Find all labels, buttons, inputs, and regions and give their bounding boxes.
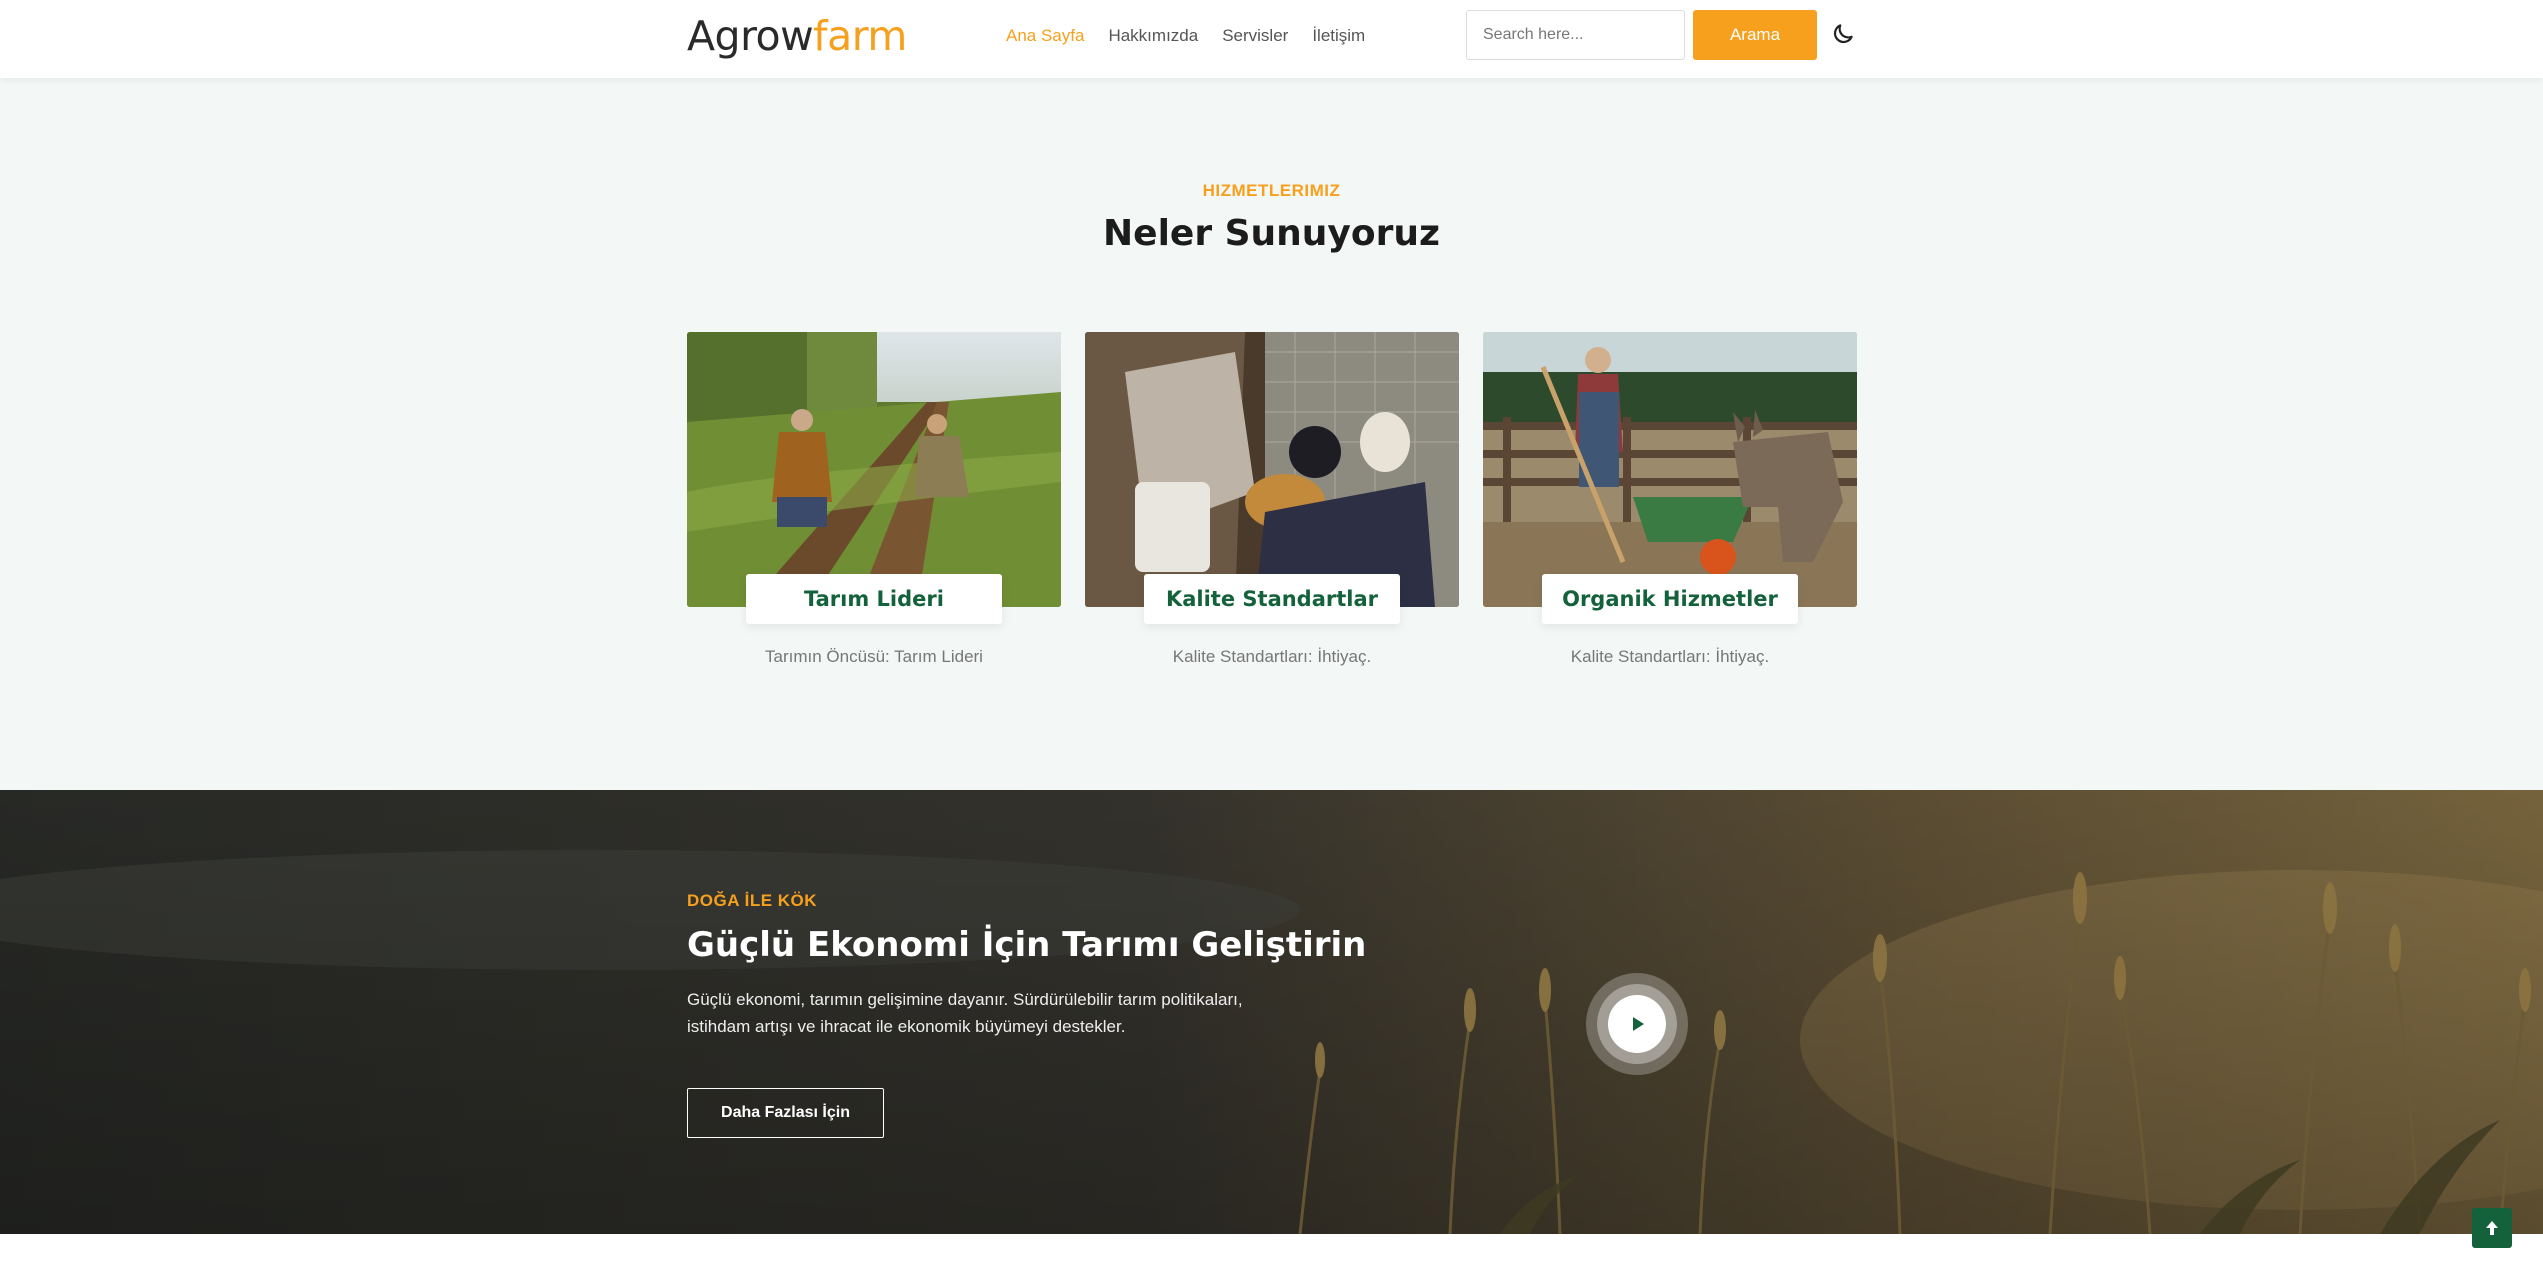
logo-text-accent: farm xyxy=(813,12,907,60)
service-image-farmer-donkey xyxy=(1483,332,1857,607)
service-card-description: Kalite Standartları: İhtiyaç. xyxy=(1570,647,1770,666)
service-card-description: Kalite Standartları: İhtiyaç. xyxy=(1172,647,1372,666)
service-card-organic-services[interactable]: Organik Hizmetler Kalite Standartları: İ… xyxy=(1483,332,1857,667)
service-card-quality-standards[interactable]: Kalite Standartlar Kalite Standartları: … xyxy=(1085,332,1459,667)
nav-link-contact[interactable]: İletişim xyxy=(1312,25,1365,47)
service-card-farm-leader[interactable]: Tarım Lideri Tarımın Öncüsü: Tarım Lider… xyxy=(687,332,1061,667)
main-nav: Ana Sayfa Hakkımızda Servisler İletişim xyxy=(1006,25,1365,47)
nav-link-home[interactable]: Ana Sayfa xyxy=(1006,25,1084,47)
learn-more-button[interactable]: Daha Fazlası İçin xyxy=(687,1088,884,1138)
services-eyebrow: HIZMETLERIMIZ xyxy=(1202,181,1341,200)
hero-title: Güçlü Ekonomi İçin Tarımı Geliştirin xyxy=(687,925,1367,965)
nav-link-about[interactable]: Hakkımızda xyxy=(1108,25,1198,47)
video-play-button[interactable] xyxy=(1586,973,1688,1075)
search-button[interactable]: Arama xyxy=(1693,10,1817,60)
moon-icon[interactable] xyxy=(1830,21,1856,47)
service-card-description: Tarımın Öncüsü: Tarım Lideri xyxy=(765,647,983,666)
search-input[interactable] xyxy=(1466,10,1685,60)
services-title: Neler Sunuyoruz xyxy=(1103,213,1440,254)
service-card-title: Tarım Lideri xyxy=(746,574,1002,624)
service-card-title: Organik Hizmetler xyxy=(1542,574,1798,624)
navbar: Agrowfarm Ana Sayfa Hakkımızda Servisler… xyxy=(0,0,2543,78)
logo-text-primary: Agrow xyxy=(687,12,814,60)
arrow-up-icon[interactable] xyxy=(2472,1208,2512,1248)
service-image-farmers-field xyxy=(687,332,1061,607)
play-icon xyxy=(1608,995,1666,1053)
service-card-title: Kalite Standartlar xyxy=(1144,574,1400,624)
logo[interactable]: Agrowfarm xyxy=(687,10,907,62)
hero-section: DOĞA İLE KÖK Güçlü Ekonomi İçin Tarımı G… xyxy=(0,790,2543,1234)
hero-description: Güçlü ekonomi, tarımın gelişimine dayanı… xyxy=(687,990,1243,1036)
services-section: HIZMETLERIMIZ Neler Sunuyoruz Tarım Lide xyxy=(0,78,2543,790)
nav-link-services[interactable]: Servisler xyxy=(1222,25,1288,47)
hero-eyebrow: DOĞA İLE KÖK xyxy=(687,891,818,910)
page-bottom-strip xyxy=(0,1234,2543,1270)
service-image-chicken-coop xyxy=(1085,332,1459,607)
